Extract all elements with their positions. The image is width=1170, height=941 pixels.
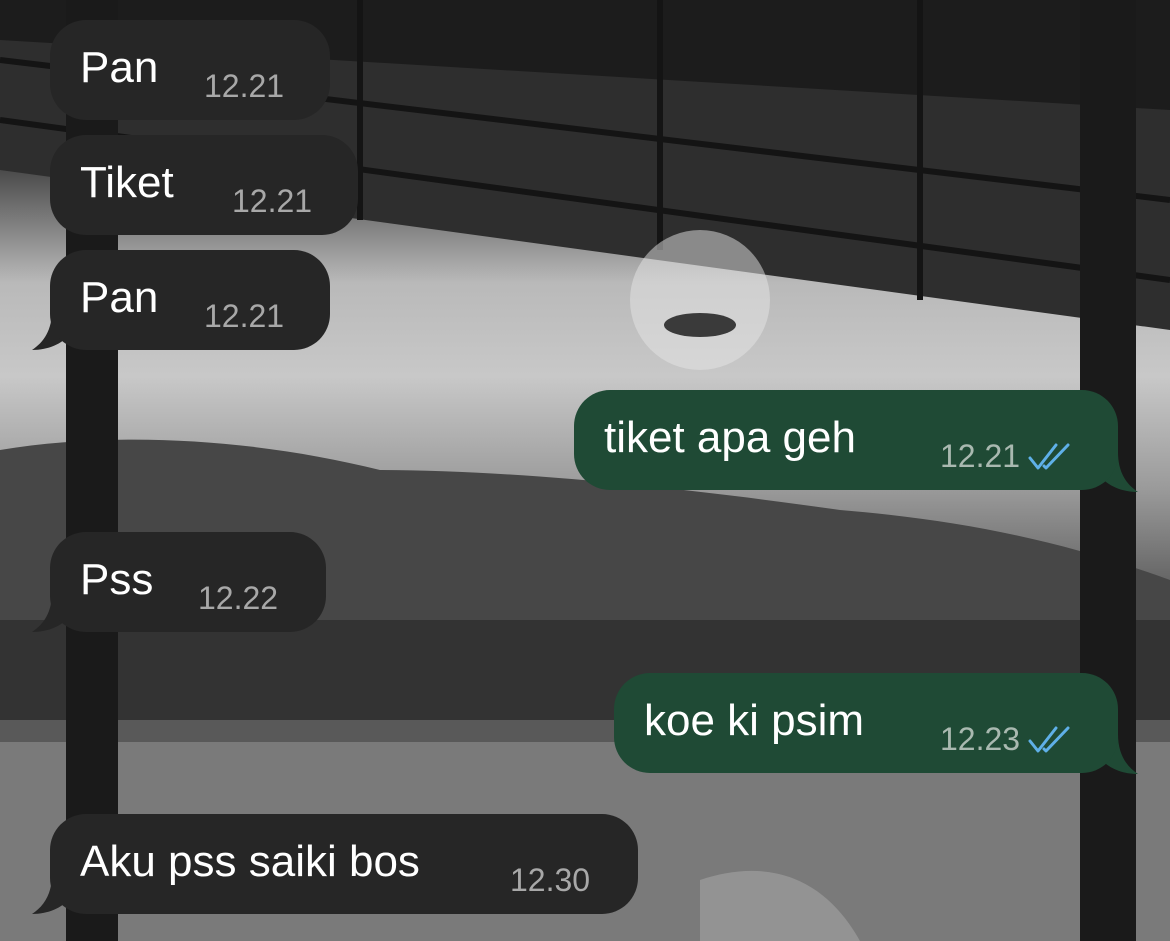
message-bubble-incoming[interactable]: Pan 12.21 bbox=[50, 20, 330, 120]
message-bubble-outgoing[interactable]: koe ki psim 12.23 bbox=[614, 673, 1118, 773]
message-text: Tiket bbox=[80, 158, 174, 207]
message-bubble-incoming[interactable]: Pss 12.22 bbox=[50, 532, 326, 632]
message-timestamp: 12.21 bbox=[204, 298, 285, 334]
message-timestamp: 12.21 bbox=[232, 183, 313, 219]
message-timestamp: 12.21 bbox=[940, 438, 1021, 474]
message-bubble-incoming[interactable]: Pan 12.21 bbox=[50, 250, 330, 350]
message-text: Pss bbox=[80, 555, 154, 604]
message-text: Aku pss saiki bos bbox=[80, 837, 420, 886]
message-timestamp: 12.21 bbox=[204, 68, 285, 104]
message-bubble-incoming[interactable]: Aku pss saiki bos 12.30 bbox=[50, 814, 638, 914]
message-bubble-outgoing[interactable]: tiket apa geh 12.21 bbox=[574, 390, 1118, 490]
message-timestamp: 12.23 bbox=[940, 721, 1021, 757]
message-timestamp: 12.22 bbox=[198, 580, 279, 616]
message-text: Pan bbox=[80, 273, 159, 322]
message-bubble-incoming[interactable]: Tiket 12.21 bbox=[50, 135, 358, 235]
double-check-icon bbox=[1028, 443, 1070, 470]
message-text: tiket apa geh bbox=[604, 413, 856, 462]
message-text: Pan bbox=[80, 43, 159, 92]
double-check-icon bbox=[1028, 726, 1070, 753]
message-text: koe ki psim bbox=[644, 696, 865, 745]
message-timestamp: 12.30 bbox=[510, 862, 591, 898]
